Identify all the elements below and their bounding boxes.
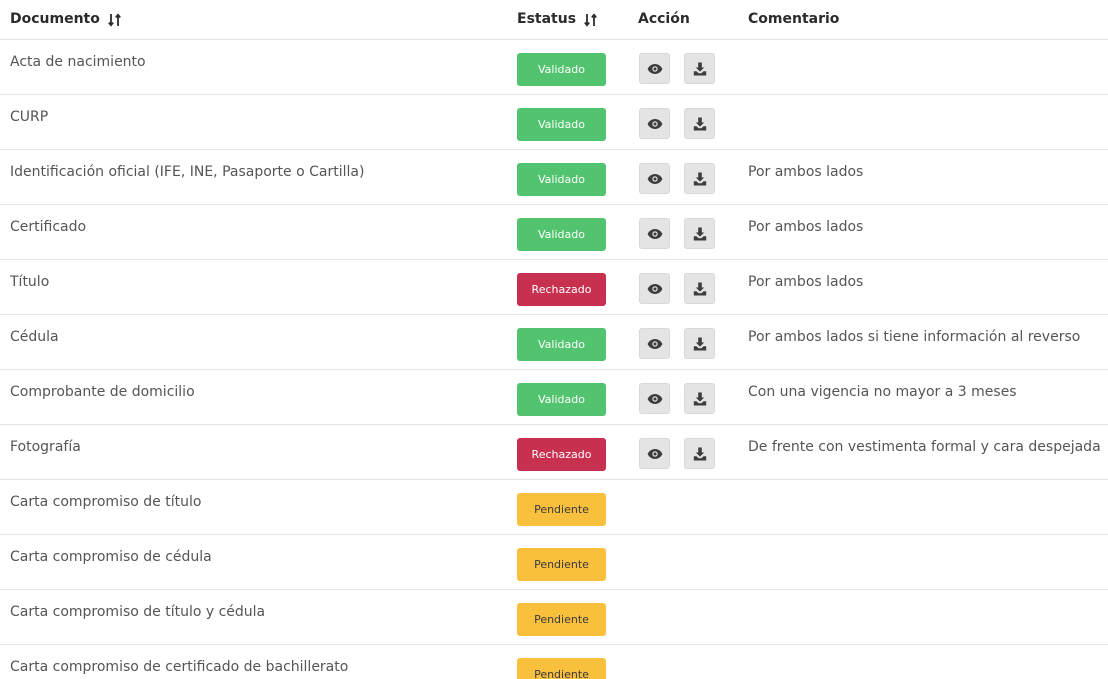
column-header-documento[interactable]: Documento <box>10 0 122 39</box>
status-badge: Validado <box>517 163 606 196</box>
status-badge: Pendiente <box>517 548 606 581</box>
document-name: Fotografía <box>10 439 81 455</box>
download-button[interactable] <box>684 328 715 359</box>
document-name: Acta de nacimiento <box>10 54 146 70</box>
comment-text: Por ambos lados si tiene información al … <box>748 329 1081 345</box>
table-row: Carta compromiso de título Pendiente <box>0 480 1108 535</box>
document-name: Carta compromiso de certificado de bachi… <box>10 659 349 675</box>
download-button[interactable] <box>684 108 715 139</box>
status-badge: Rechazado <box>517 273 606 306</box>
table-row: Carta compromiso de certificado de bachi… <box>0 645 1108 679</box>
view-button[interactable] <box>639 328 670 359</box>
view-button[interactable] <box>639 163 670 194</box>
status-badge: Validado <box>517 53 606 86</box>
column-header-estatus[interactable]: Estatus <box>517 0 598 39</box>
view-button[interactable] <box>639 273 670 304</box>
documents-table: Documento Estatus Acción Comentario Acta… <box>0 0 1108 679</box>
column-header-documento-label: Documento <box>10 11 100 27</box>
column-header-accion: Acción <box>638 0 690 39</box>
status-badge: Validado <box>517 383 606 416</box>
comment-text: De frente con vestimenta formal y cara d… <box>748 439 1101 455</box>
download-button[interactable] <box>684 438 715 469</box>
column-header-estatus-label: Estatus <box>517 11 577 27</box>
table-row: Certificado Validado Por ambos lados <box>0 205 1108 260</box>
download-button[interactable] <box>684 218 715 249</box>
eye-icon <box>647 448 663 460</box>
document-name: Título <box>10 274 50 290</box>
table-row: Carta compromiso de título y cédula Pendi… <box>0 590 1108 645</box>
status-badge: Pendiente <box>517 603 606 636</box>
download-icon <box>693 227 707 241</box>
view-button[interactable] <box>639 53 670 84</box>
comment-text: Por ambos lados <box>748 274 864 290</box>
status-badge: Validado <box>517 328 606 361</box>
sort-arrows-icon[interactable] <box>584 12 598 27</box>
eye-icon <box>647 228 663 240</box>
download-button[interactable] <box>684 163 715 194</box>
download-icon <box>693 447 707 461</box>
eye-icon <box>647 393 663 405</box>
eye-icon <box>647 338 663 350</box>
comment-text: Por ambos lados <box>748 219 864 235</box>
document-name: Certificado <box>10 219 87 235</box>
document-name: Cédula <box>10 329 59 345</box>
status-badge: Validado <box>517 218 606 251</box>
view-button[interactable] <box>639 218 670 249</box>
column-header-comentario-label: Comentario <box>748 11 840 27</box>
download-icon <box>693 62 707 76</box>
table-body: Acta de nacimiento Validado CURP Validado Id… <box>0 40 1108 679</box>
view-button[interactable] <box>639 438 670 469</box>
table-row: Título Rechazado Por ambos lados <box>0 260 1108 315</box>
document-name: Identificación oficial (IFE, INE, Pasapo… <box>10 164 365 180</box>
document-name: CURP <box>10 109 49 125</box>
table-row: Acta de nacimiento Validado <box>0 40 1108 95</box>
eye-icon <box>647 63 663 75</box>
document-name: Carta compromiso de título y cédula <box>10 604 266 620</box>
eye-icon <box>647 173 663 185</box>
download-icon <box>693 172 707 186</box>
eye-icon <box>647 283 663 295</box>
table-row: Identificación oficial (IFE, INE, Pasapo… <box>0 150 1108 205</box>
table-row: Carta compromiso de cédula Pendiente <box>0 535 1108 590</box>
eye-icon <box>647 118 663 130</box>
document-name: Carta compromiso de cédula <box>10 549 212 565</box>
download-icon <box>693 392 707 406</box>
download-button[interactable] <box>684 53 715 84</box>
column-header-accion-label: Acción <box>638 11 690 27</box>
download-icon <box>693 337 707 351</box>
view-button[interactable] <box>639 108 670 139</box>
table-row: Comprobante de domicilio Validado Con una … <box>0 370 1108 425</box>
table-row: CURP Validado <box>0 95 1108 150</box>
status-badge: Pendiente <box>517 493 606 526</box>
comment-text: Por ambos lados <box>748 164 864 180</box>
sort-arrows-icon[interactable] <box>107 12 122 27</box>
download-icon <box>693 117 707 131</box>
column-header-comentario: Comentario <box>748 0 839 39</box>
status-badge: Validado <box>517 108 606 141</box>
status-badge: Pendiente <box>517 658 606 679</box>
table-row: Fotografía Rechazado De frente con vestime… <box>0 425 1108 480</box>
comment-text: Con una vigencia no mayor a 3 meses <box>748 384 1017 400</box>
status-badge: Rechazado <box>517 438 606 471</box>
download-icon <box>693 282 707 296</box>
table-header: Documento Estatus Acción Comentario <box>0 0 1108 40</box>
document-name: Carta compromiso de título <box>10 494 202 510</box>
download-button[interactable] <box>684 273 715 304</box>
document-name: Comprobante de domicilio <box>10 384 195 400</box>
table-row: Cédula Validado Por ambos lados si tiene i… <box>0 315 1108 370</box>
view-button[interactable] <box>639 383 670 414</box>
download-button[interactable] <box>684 383 715 414</box>
